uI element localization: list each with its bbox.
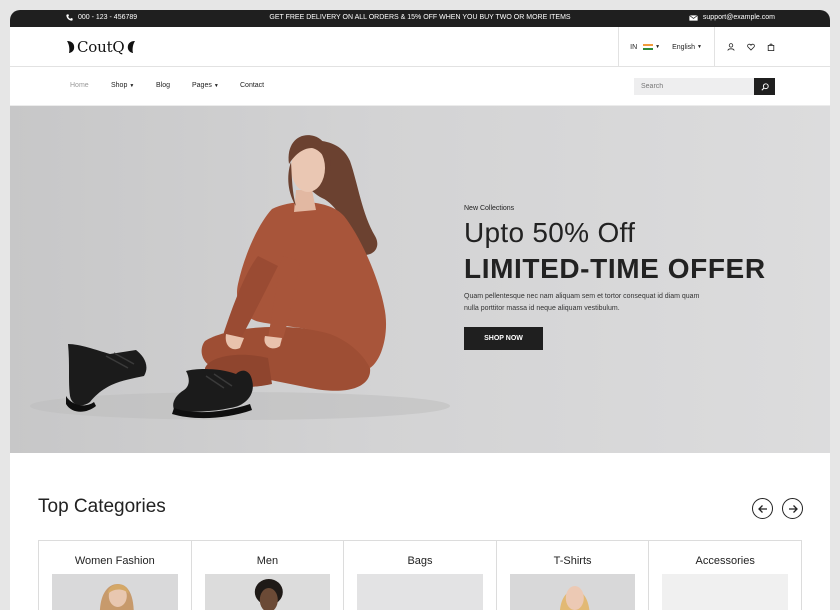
category-label: Women Fashion <box>74 555 155 567</box>
chevron-down-icon: ▼ <box>655 44 661 50</box>
category-image <box>52 574 178 610</box>
bag-icon[interactable] <box>767 43 775 51</box>
leaf-logo-icon <box>127 41 135 53</box>
user-icon[interactable] <box>727 43 735 51</box>
carousel-next-button[interactable] <box>782 498 803 519</box>
india-flag-icon <box>643 43 654 51</box>
email-contact[interactable]: support@example.com <box>689 14 775 21</box>
section-title: Top Categories <box>38 496 166 517</box>
locale-selector: IN ▼ English ▼ <box>618 27 714 67</box>
shop-now-button[interactable]: SHOP NOW <box>464 327 543 350</box>
category-label: T-Shirts <box>553 555 592 567</box>
language-label: English <box>672 43 696 51</box>
heart-icon[interactable] <box>747 43 755 51</box>
category-label: Men <box>256 555 279 567</box>
country-flag-dropdown[interactable]: ▼ <box>643 43 661 51</box>
nav-item-pages[interactable]: Pages ▼ <box>192 82 219 89</box>
header-icon-group <box>714 27 830 67</box>
language-dropdown[interactable]: English ▼ <box>672 44 702 51</box>
hero-description: Quam pellentesque nec nam aliquam sem et… <box>464 293 700 312</box>
announcement-bar: 000 - 123 - 456789 GET FREE DELIVERY ON … <box>10 10 830 27</box>
nav-item-label: Pages <box>192 82 212 89</box>
arrow-right-icon <box>788 504 798 513</box>
carousel-prev-button[interactable] <box>752 498 773 519</box>
nav-item-blog[interactable]: Blog <box>156 82 170 89</box>
hero-title: LIMITED-TIME OFFER <box>464 253 766 284</box>
category-image-art <box>254 579 283 610</box>
hero-eyebrow: New Collections <box>464 205 515 212</box>
hero-subtitle: Upto 50% Off <box>464 217 636 248</box>
site-header: CoutQ IN ▼ English ▼ <box>10 27 830 67</box>
email-address[interactable]: support@example.com <box>703 14 775 21</box>
browser-frame: 000 - 123 - 456789 GET FREE DELIVERY ON … <box>10 10 830 610</box>
search-icon <box>760 82 769 91</box>
category-image-art <box>100 584 134 610</box>
hero-banner: New Collections Upto 50% Off LIMITED-TIM… <box>10 106 830 453</box>
country-code[interactable]: IN <box>630 44 637 51</box>
category-image <box>204 574 331 610</box>
hero-content: New Collections Upto 50% Off LIMITED-TIM… <box>464 205 766 350</box>
chevron-down-icon: ▼ <box>697 44 702 50</box>
search-input[interactable] <box>634 78 754 95</box>
chevron-down-icon: ▼ <box>213 83 219 89</box>
chevron-down-icon: ▼ <box>129 83 135 89</box>
category-image-art <box>559 586 589 610</box>
site-logo[interactable]: CoutQ <box>66 38 136 56</box>
nav-item-home[interactable]: Home <box>70 82 89 89</box>
category-image <box>662 574 788 610</box>
arrow-left-icon <box>757 504 767 513</box>
nav-item-contact[interactable]: Contact <box>240 82 264 89</box>
search-bar <box>634 78 775 95</box>
category-image <box>509 574 636 610</box>
leaf-logo-icon <box>67 41 75 53</box>
category-label: Bags <box>407 555 433 567</box>
nav-item-label: Shop <box>111 82 128 89</box>
hero-model-image <box>30 135 450 420</box>
main-nav: Home Shop ▼ Blog Pages ▼ Contact <box>10 67 830 106</box>
category-image <box>357 574 483 610</box>
logo-text: CoutQ <box>77 38 125 56</box>
nav-item-shop[interactable]: Shop ▼ <box>111 82 134 89</box>
mail-icon <box>689 14 698 21</box>
header-utilities: IN ▼ English ▼ <box>618 27 830 67</box>
category-label: Accessories <box>695 555 755 567</box>
search-button[interactable] <box>754 78 775 95</box>
